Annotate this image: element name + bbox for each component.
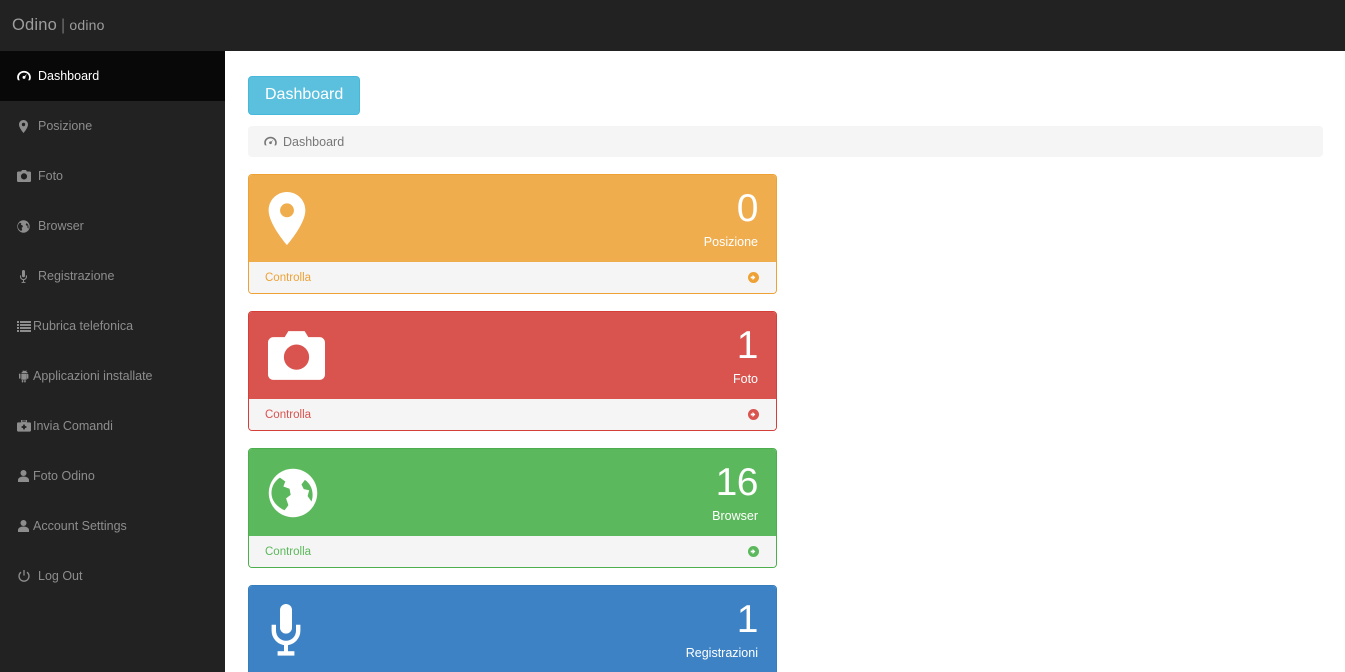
- microphone-icon: [16, 269, 31, 283]
- sidebar-item-applicazioni-installate[interactable]: Applicazioni installate: [0, 351, 225, 401]
- arrow-circle-right-icon[interactable]: [748, 272, 759, 283]
- globe-icon: [268, 468, 330, 518]
- sidebar-item-rubrica-telefonica[interactable]: Rubrica telefonica: [0, 301, 225, 351]
- stat-card-figures: 1 Registrazioni: [685, 597, 759, 660]
- stat-card-label: Foto: [732, 371, 758, 386]
- sidebar-item-label: Rubrica telefonica: [33, 319, 134, 333]
- sidebar-item-dashboard[interactable]: Dashboard: [0, 51, 225, 101]
- stat-card-figures: 16 Browser: [712, 460, 759, 523]
- brand-title[interactable]: Odino | odino: [0, 16, 105, 35]
- sidebar-item-label: Invia Comandi: [33, 419, 113, 433]
- stat-card-body: 16 Browser: [249, 449, 776, 536]
- main-content: Dashboard Dashboard 0 Posizione Controll…: [225, 51, 1345, 672]
- sidebar-item-label: Registrazione: [38, 269, 115, 283]
- dashboard-icon: [16, 69, 31, 83]
- sidebar: Dashboard Posizione Foto Browser Registr…: [0, 51, 225, 672]
- sidebar-item-label: Dashboard: [38, 69, 100, 83]
- sidebar-item-posizione[interactable]: Posizione: [0, 101, 225, 151]
- stat-card-footer[interactable]: Controlla: [249, 399, 776, 430]
- stat-card-label: Posizione: [703, 234, 758, 249]
- stat-card-body: 0 Posizione: [249, 175, 776, 262]
- stat-card-value: 1: [736, 597, 759, 641]
- controlla-link[interactable]: Controlla: [265, 409, 311, 421]
- sidebar-item-foto-odino[interactable]: Foto Odino: [0, 451, 225, 501]
- breadcrumb-label: Dashboard: [283, 134, 345, 149]
- sidebar-item-label: Foto: [38, 169, 64, 183]
- sidebar-item-invia-comandi[interactable]: Invia Comandi: [0, 401, 225, 451]
- sidebar-item-log-out[interactable]: Log Out: [0, 551, 225, 601]
- sidebar-item-label: Posizione: [38, 119, 93, 133]
- brand-name: Odino: [12, 16, 58, 34]
- stat-card-body: 1 Foto: [249, 312, 776, 399]
- stat-card-browser[interactable]: 16 Browser Controlla: [248, 448, 777, 568]
- sidebar-item-label: Account Settings: [33, 519, 127, 533]
- camera-icon: [268, 331, 330, 380]
- sidebar-item-label: Browser: [38, 219, 84, 233]
- sidebar-item-account-settings[interactable]: Account Settings: [0, 501, 225, 551]
- stat-card-value: 0: [736, 186, 759, 230]
- sidebar-item-label: Log Out: [38, 569, 83, 583]
- map-marker-icon: [16, 119, 31, 133]
- stat-card-value: 1: [736, 323, 759, 367]
- user-icon: [16, 519, 31, 533]
- sidebar-item-registrazione[interactable]: Registrazione: [0, 251, 225, 301]
- stat-card-footer[interactable]: Controlla: [249, 262, 776, 293]
- stat-card-label: Registrazioni: [685, 645, 758, 660]
- medkit-icon: [16, 419, 31, 433]
- top-navbar: Odino | odino: [0, 0, 1345, 51]
- sidebar-item-browser[interactable]: Browser: [0, 201, 225, 251]
- stat-card-value: 16: [715, 460, 759, 504]
- stat-card-body: 1 Registrazioni: [249, 586, 776, 672]
- stat-card-label: Browser: [712, 508, 758, 523]
- stat-card-registrazioni[interactable]: 1 Registrazioni Controlla: [248, 585, 777, 672]
- map-marker-icon: [268, 192, 330, 245]
- arrow-circle-right-icon[interactable]: [748, 546, 759, 557]
- camera-icon: [16, 169, 31, 183]
- android-icon: [16, 369, 31, 383]
- stat-card-foto[interactable]: 1 Foto Controlla: [248, 311, 777, 431]
- user-icon: [16, 469, 31, 483]
- breadcrumb: Dashboard: [248, 126, 1323, 157]
- dashboard-icon: [264, 136, 277, 147]
- stat-card-figures: 1 Foto: [732, 323, 759, 386]
- sidebar-item-label: Foto Odino: [33, 469, 95, 483]
- brand-separator: |: [61, 17, 66, 34]
- sidebar-item-foto[interactable]: Foto: [0, 151, 225, 201]
- brand-subtitle: odino: [69, 17, 105, 33]
- power-off-icon: [16, 569, 31, 583]
- stat-card-footer[interactable]: Controlla: [249, 536, 776, 567]
- stat-card-figures: 0 Posizione: [703, 186, 759, 249]
- controlla-link[interactable]: Controlla: [265, 272, 311, 284]
- microphone-icon: [268, 603, 330, 656]
- globe-icon: [16, 219, 31, 233]
- controlla-link[interactable]: Controlla: [265, 546, 311, 558]
- stat-card-grid: 0 Posizione Controlla 1 Foto Controlla 1…: [248, 174, 1323, 672]
- list-icon: [16, 319, 31, 333]
- stat-card-posizione[interactable]: 0 Posizione Controlla: [248, 174, 777, 294]
- dashboard-button[interactable]: Dashboard: [248, 76, 361, 115]
- arrow-circle-right-icon[interactable]: [748, 409, 759, 420]
- sidebar-item-label: Applicazioni installate: [33, 369, 153, 383]
